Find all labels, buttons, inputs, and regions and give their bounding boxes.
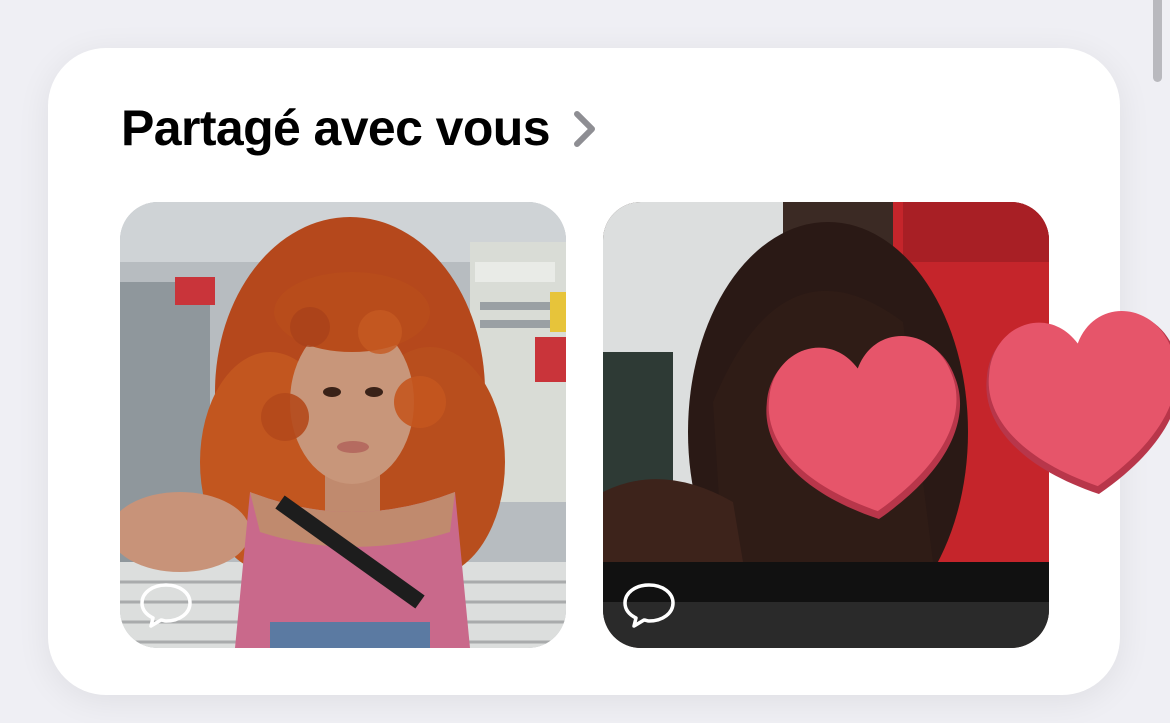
shared-with-you-card: Partagé avec vous — [48, 48, 1120, 695]
speech-bubble-icon[interactable] — [621, 580, 677, 630]
section-title: Partagé avec vous — [121, 100, 551, 156]
chevron-right-icon — [572, 109, 598, 154]
speech-bubble-icon[interactable] — [138, 580, 194, 630]
shared-photo-tile-1[interactable] — [120, 202, 566, 648]
shared-photo-tile-2[interactable] — [603, 202, 1049, 648]
section-header[interactable]: Partagé avec vous — [121, 98, 598, 158]
scroll-indicator[interactable] — [1153, 0, 1162, 82]
